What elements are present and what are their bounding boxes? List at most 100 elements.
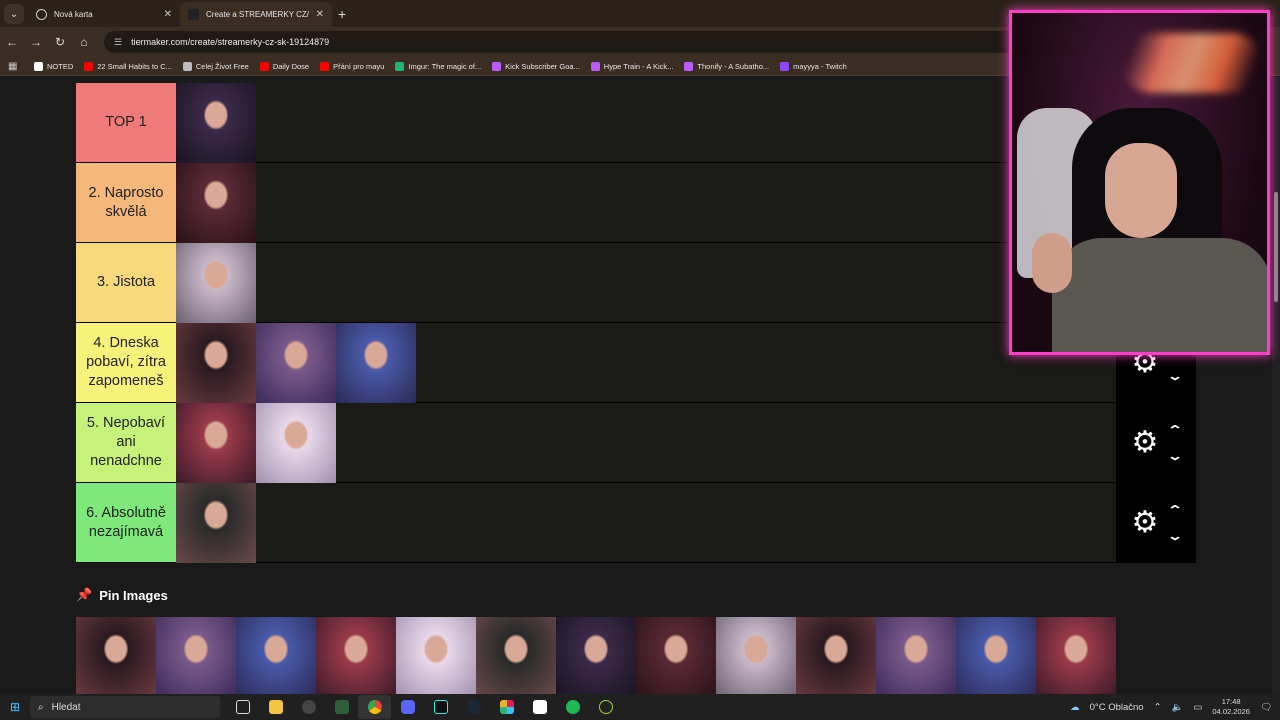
obs-icon[interactable] <box>292 695 325 719</box>
chevron-up-icon[interactable]: ⌃ <box>1167 423 1183 437</box>
steam-icon[interactable] <box>457 695 490 719</box>
pin-image-thumbnail[interactable] <box>876 617 956 694</box>
reload-button[interactable]: ↻ <box>48 35 72 49</box>
bookmark-item[interactable]: mayyya - Twitch <box>780 61 847 71</box>
bookmark-item[interactable]: Thonify - A Subatho... <box>684 61 769 71</box>
chevron-down-icon[interactable]: ⌄ <box>1167 529 1183 543</box>
back-button[interactable]: ← <box>0 35 24 49</box>
system-tray: ☁ 0°C Oblačno ⌃ 🔈 ▭ 17:48 04.02.2026 🗨 <box>1070 694 1280 720</box>
pin-image-thumbnail[interactable] <box>796 617 876 694</box>
pin-image-thumbnail[interactable] <box>396 617 476 694</box>
windows-start-icon[interactable]: ⊞ <box>0 700 30 714</box>
tier-items[interactable] <box>176 403 1116 483</box>
network-icon[interactable]: ▭ <box>1193 702 1202 713</box>
bookmark-item[interactable]: 22 Small Habits to C... <box>84 61 172 71</box>
streamer-thumbnail[interactable] <box>176 163 256 243</box>
tier-label[interactable]: 3. Jistota <box>76 243 176 322</box>
pin-image-thumbnail[interactable] <box>476 617 556 694</box>
slack-icon[interactable] <box>490 695 523 719</box>
streamer-thumbnail[interactable] <box>176 243 256 323</box>
pin-image-thumbnail[interactable] <box>236 617 316 694</box>
pin-image-thumbnail[interactable] <box>716 617 796 694</box>
chrome-icon[interactable] <box>358 695 391 719</box>
screen: ⌄ Nová karta ✕ Create a STREAMERKY CZ/SK… <box>0 0 1280 720</box>
volume-icon[interactable]: 🔈 <box>1172 702 1184 713</box>
streamer-thumbnail[interactable] <box>336 323 416 403</box>
page-scrollbar[interactable] <box>1272 77 1280 694</box>
notifications-icon[interactable]: 🗨 <box>1260 702 1272 713</box>
weather-text[interactable]: 0°C Oblačno <box>1090 702 1144 713</box>
streamer-thumbnail[interactable] <box>256 403 336 483</box>
bookmark-item[interactable]: Daily Dose <box>259 61 309 71</box>
new-tab-button[interactable]: + <box>338 6 346 22</box>
file-explorer-icon[interactable] <box>259 695 292 719</box>
pin-image-thumbnail[interactable] <box>556 617 636 694</box>
clock[interactable]: 17:48 04.02.2026 <box>1212 697 1250 717</box>
forward-button[interactable]: → <box>24 35 48 49</box>
chevron-down-icon[interactable]: ⌄ <box>1167 369 1183 383</box>
bookmark-favicon-icon <box>395 61 405 71</box>
streamer-face <box>1105 143 1177 238</box>
site-info-icon[interactable]: ☰ <box>114 37 122 48</box>
tier-label[interactable]: 6. Absolutně nezajímavá <box>76 483 176 562</box>
streamer-body <box>1052 238 1267 352</box>
clock-time: 17:48 <box>1221 697 1241 706</box>
tab-tiermaker[interactable]: Create a STREAMERKY CZ/SK T ✕ <box>180 2 332 27</box>
task-view-icon[interactable] <box>226 695 259 719</box>
spotify-icon[interactable] <box>556 695 589 719</box>
pin-image-thumbnail[interactable] <box>76 617 156 694</box>
address-bar[interactable]: ☰ tiermaker.com/create/streamerky-cz-sk-… <box>104 31 1024 53</box>
apps-grid-icon[interactable]: ▦ <box>8 61 34 72</box>
gear-icon[interactable]: ⚙ <box>1132 507 1159 538</box>
tab-search-button[interactable]: ⌄ <box>4 4 24 24</box>
bookmark-item[interactable]: NOTED <box>34 61 74 71</box>
terminal-icon[interactable] <box>325 695 358 719</box>
close-tab-icon[interactable]: ✕ <box>164 9 172 20</box>
scrollbar-thumb[interactable] <box>1274 192 1278 302</box>
chevron-up-icon[interactable]: ⌃ <box>1167 503 1183 517</box>
gear-icon[interactable]: ⚙ <box>1132 427 1159 458</box>
tab-new-tab[interactable]: Nová karta ✕ <box>28 2 180 27</box>
tier-controls: ⚙ ⌃ ⌄ <box>1116 403 1196 482</box>
bookmark-item[interactable]: Přání pro mayu <box>320 61 385 71</box>
streamer-thumbnail[interactable] <box>176 83 256 163</box>
bookmark-label: NOTED <box>47 61 74 71</box>
streamer-thumbnail[interactable] <box>176 403 256 483</box>
taskbar-search[interactable]: ⌕ Hledat <box>30 696 220 718</box>
bookmark-item[interactable]: Imgur: The magic of... <box>395 61 481 71</box>
streamer-thumbnail[interactable] <box>256 323 336 403</box>
discord-icon[interactable] <box>391 695 424 719</box>
chevron-down-icon[interactable]: ⌄ <box>1167 449 1183 463</box>
bookmark-label: 22 Small Habits to C... <box>97 61 172 71</box>
capcut-icon[interactable] <box>523 695 556 719</box>
xbox-icon[interactable] <box>589 695 622 719</box>
pin-image-thumbnail[interactable] <box>636 617 716 694</box>
pin-images-label: Pin Images <box>99 587 168 603</box>
tier-label[interactable]: 2. Naprosto skvělá <box>76 163 176 242</box>
home-button[interactable]: ⌂ <box>72 35 96 49</box>
pin-images-header: 📌 Pin Images <box>76 587 168 603</box>
bookmark-item[interactable]: Kick Subscriber Goa... <box>492 61 580 71</box>
tier-items[interactable] <box>176 323 1116 403</box>
tier-label[interactable]: 4. Dneska pobaví, zítra zapomeneš <box>76 323 176 402</box>
pin-image-thumbnail[interactable] <box>316 617 396 694</box>
streamer-thumbnail[interactable] <box>176 483 256 563</box>
tier-label[interactable]: TOP 1 <box>76 83 176 162</box>
weather-icon[interactable]: ☁ <box>1070 702 1080 713</box>
pin-image-thumbnail[interactable] <box>956 617 1036 694</box>
bookmark-favicon-icon <box>684 61 694 71</box>
tier-items[interactable] <box>176 483 1116 563</box>
pin-image-thumbnail[interactable] <box>1036 617 1116 694</box>
chevron-up-icon[interactable]: ⌃ <box>1154 702 1162 713</box>
tier-label[interactable]: 5. Nepobaví ani nenadchne <box>76 403 176 482</box>
bookmark-label: Přání pro mayu <box>333 61 385 71</box>
bookmark-item[interactable]: Hype Train - A Kick... <box>590 61 673 71</box>
bookmark-favicon-icon <box>320 61 330 71</box>
close-tab-icon[interactable]: ✕ <box>316 9 324 20</box>
bookmark-favicon-icon <box>84 61 94 71</box>
streamer-thumbnail[interactable] <box>176 323 256 403</box>
bookmark-favicon-icon <box>259 61 269 71</box>
bookmark-item[interactable]: Celej Život Free <box>182 61 249 71</box>
pin-image-thumbnail[interactable] <box>156 617 236 694</box>
tiktok-icon[interactable] <box>424 695 457 719</box>
